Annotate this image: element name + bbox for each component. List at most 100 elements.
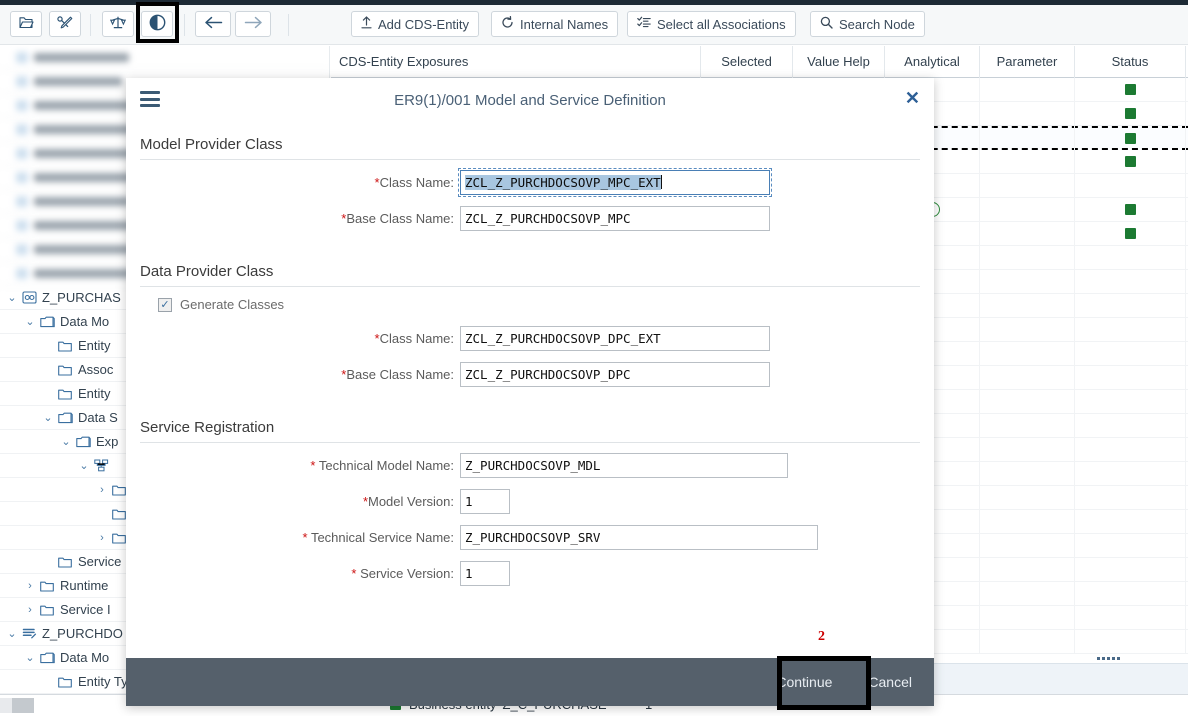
toolbar-edit-tools-button[interactable] [49,11,81,37]
chevron-right-icon[interactable]: › [22,604,38,616]
chevron-right-icon[interactable]: › [94,532,110,544]
mpc-base-class-name-input[interactable]: ZCL_Z_PURCHDOCSOVP_MPC [460,206,770,231]
toolbar-open-folder-button[interactable] [10,11,42,37]
resize-grip-icon[interactable] [1097,657,1120,660]
generate-classes-checkbox[interactable]: ✓ [158,297,172,312]
table-cell-status[interactable] [1075,605,1186,630]
table-header-cell-selected[interactable]: Selected [701,46,793,78]
table-cell-status[interactable] [1075,509,1186,534]
table-cell-status[interactable] [1075,269,1186,294]
horizontal-scrollbar-thumb[interactable] [12,698,34,713]
table-header-cell-status[interactable]: Status [1075,46,1186,78]
table-cell-parameter[interactable] [980,77,1075,102]
table-header-cell-cds-entity-exposures[interactable]: CDS-Entity Exposures [331,46,701,78]
table-cell-parameter[interactable] [980,629,1075,654]
cancel-button[interactable]: Cancel [850,666,930,698]
model-version-input[interactable]: 1 [460,489,510,514]
internal-names-button[interactable]: Internal Names [491,11,619,37]
search-node-button[interactable]: Search Node [810,11,925,37]
table-header-cell-analytical[interactable]: Analytical [885,46,980,78]
table-cell-parameter[interactable] [980,245,1075,270]
toolbar-analysis-button[interactable] [141,11,173,37]
toolbar-compare-button[interactable] [102,11,134,37]
table-header-cell-parameter[interactable]: Parameter [980,46,1075,78]
model-service-definition-dialog[interactable]: ER9(1)/001 Model and Service Definition … [126,78,934,706]
table-cell-parameter[interactable] [980,461,1075,486]
generate-classes-row[interactable]: ✓ Generate Classes [158,297,920,312]
horizontal-scrollbar-track[interactable] [0,698,12,713]
table-cell-status[interactable] [1075,293,1186,318]
toolbar-forward-button[interactable] [235,11,271,37]
chevron-down-icon[interactable]: ⌄ [4,291,20,304]
table-cell-status[interactable] [1075,77,1186,102]
table-cell-status[interactable] [1075,197,1186,222]
table-cell-status[interactable] [1075,341,1186,366]
chevron-down-icon[interactable]: ⌄ [58,435,74,448]
chevron-right-icon[interactable]: › [94,484,110,496]
table-cell-status[interactable] [1075,149,1186,174]
dpc-class-name-input[interactable]: ZCL_Z_PURCHDOCSOVP_DPC_EXT [460,326,770,351]
table-cell-parameter[interactable] [980,413,1075,438]
table-cell-parameter[interactable] [980,557,1075,582]
mpc-base-class-name-label: *Base Class Name: [140,211,460,226]
hamburger-menu-icon[interactable] [140,91,160,107]
table-cell-parameter[interactable] [980,126,1075,150]
toolbar-back-button[interactable] [195,11,231,37]
technical-service-name-label: * Technical Service Name: [140,530,460,545]
table-cell-parameter[interactable] [980,269,1075,294]
table-header-cell-value-help[interactable]: Value Help [793,46,885,78]
table-cell-parameter[interactable] [980,341,1075,366]
mpc-class-name-input[interactable]: ZCL_Z_PURCHDOCSOVP_MPC_EXT [458,168,772,197]
table-cell-status[interactable] [1075,101,1186,126]
chevron-down-icon[interactable]: ⌄ [22,315,38,328]
table-cell-status[interactable] [1075,629,1186,654]
table-cell-parameter[interactable] [980,221,1075,246]
required-indicator: * [351,566,357,581]
table-cell-parameter[interactable] [980,437,1075,462]
dpc-base-class-name-input[interactable]: ZCL_Z_PURCHDOCSOVP_DPC [460,362,770,387]
table-cell-status[interactable] [1075,389,1186,414]
table-cell-status[interactable] [1075,126,1186,150]
table-cell-parameter[interactable] [980,581,1075,606]
service-version-input[interactable]: 1 [460,561,510,586]
technical-service-name-input[interactable]: Z_PURCHDOCSOVP_SRV [460,525,818,550]
generate-classes-label: Generate Classes [180,297,285,312]
table-cell-status[interactable] [1075,245,1186,270]
table-cell-parameter[interactable] [980,101,1075,126]
select-all-associations-button[interactable]: Select all Associations [627,11,796,37]
table-cell-parameter[interactable] [980,173,1075,198]
table-cell-status[interactable] [1075,533,1186,558]
table-cell-status[interactable] [1075,461,1186,486]
add-cds-entity-button[interactable]: Add CDS-Entity [351,11,480,37]
table-cell-status[interactable] [1075,437,1186,462]
table-cell-parameter[interactable] [980,317,1075,342]
table-cell-parameter[interactable] [980,485,1075,510]
chevron-down-icon[interactable]: ⌄ [22,651,38,664]
table-cell-status[interactable] [1075,557,1186,582]
table-cell-status[interactable] [1075,365,1186,390]
table-cell-status[interactable] [1075,413,1186,438]
table-cell-parameter[interactable] [980,293,1075,318]
chevron-right-icon[interactable]: › [22,580,38,592]
technical-model-name-input[interactable]: Z_PURCHDOCSOVP_MDL [460,453,788,478]
table-cell-parameter[interactable] [980,509,1075,534]
table-cell-status[interactable] [1075,221,1186,246]
table-cell-status[interactable] [1075,485,1186,510]
table-cell-parameter[interactable] [980,197,1075,222]
table-cell-parameter[interactable] [980,365,1075,390]
table-cell-parameter[interactable] [980,149,1075,174]
tree-item-label [34,173,134,182]
table-cell-status[interactable] [1075,581,1186,606]
table-cell-parameter[interactable] [980,389,1075,414]
table-cell-status[interactable] [1075,317,1186,342]
table-cell-parameter[interactable] [980,605,1075,630]
table-cell-parameter[interactable] [980,533,1075,558]
tree-item-redacted[interactable] [0,46,329,70]
continue-button[interactable]: Continue [758,666,850,698]
chevron-down-icon[interactable]: ⌄ [76,459,92,472]
chevron-down-icon[interactable]: ⌄ [4,627,20,640]
close-icon[interactable]: ✕ [905,89,920,107]
table-cell-status[interactable] [1075,173,1186,198]
status-green-square-icon [1124,108,1136,119]
chevron-down-icon[interactable]: ⌄ [40,411,56,424]
